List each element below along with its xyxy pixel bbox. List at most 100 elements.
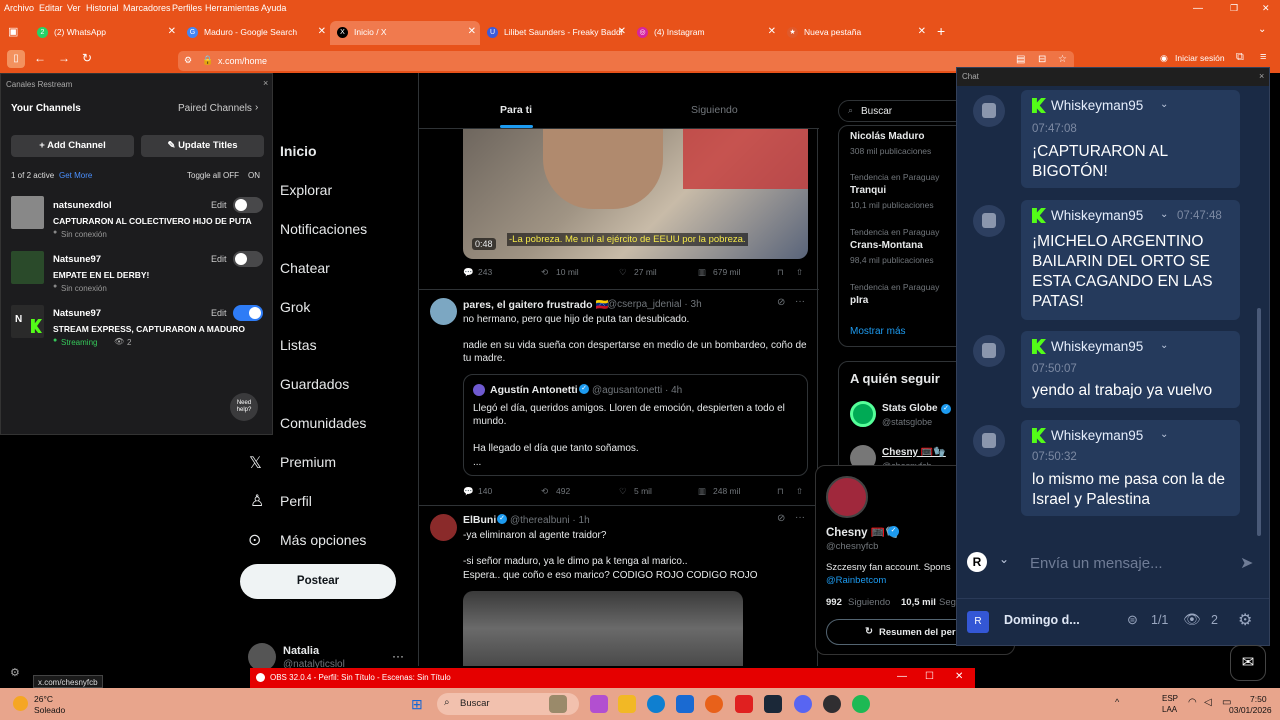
restream-logo-icon[interactable]: R xyxy=(967,552,987,572)
menu-perfiles[interactable]: Perfiles xyxy=(172,3,202,13)
quoted-tweet[interactable]: Agustín Antonetti ✓ @agusantonetti · 4h … xyxy=(463,374,808,476)
trend-name[interactable]: pIra xyxy=(850,295,868,306)
tab-instagram[interactable]: ◎ (4) Instagram ✕ xyxy=(630,21,780,45)
close-tab-icon[interactable]: ✕ xyxy=(918,26,926,37)
channel-toggle[interactable] xyxy=(233,197,263,213)
menu-icon[interactable]: ≡ xyxy=(1260,51,1266,63)
channel-toggle[interactable] xyxy=(233,251,263,267)
chat-username[interactable]: Whiskeyman95 xyxy=(1051,428,1143,443)
close-tab-icon[interactable]: ✕ xyxy=(168,26,176,37)
grok-icon[interactable]: ⊘ xyxy=(777,513,785,524)
tweet-elbuni[interactable]: ElBuni ✓ @therealbuni · 1h ⊘ ··· -ya eli… xyxy=(419,506,819,666)
obs-icon[interactable] xyxy=(823,695,841,713)
avatar[interactable] xyxy=(430,514,457,541)
bookmark-star-icon[interactable]: ☆ xyxy=(1058,54,1067,65)
pocket-icon[interactable]: ⊟ xyxy=(1038,54,1046,65)
address-bar[interactable]: ⚙ 🔒 x.com/home ▤ ⊟ ☆ xyxy=(178,51,1074,71)
restore-icon[interactable]: ❐ xyxy=(1230,3,1238,14)
weather-desc[interactable]: Soleado xyxy=(34,705,65,715)
reply-icon[interactable]: 💬 xyxy=(463,267,474,278)
menu-editar[interactable]: Editar xyxy=(39,3,63,13)
send-icon[interactable]: ➤ xyxy=(1240,553,1253,573)
like-icon[interactable]: ♡ xyxy=(619,486,627,497)
chat-input[interactable]: Envía un mensaje... xyxy=(1030,555,1163,572)
mail-app-icon[interactable] xyxy=(676,695,694,713)
tweet-media[interactable] xyxy=(463,591,743,666)
minimize-icon[interactable]: — xyxy=(897,671,907,682)
chevron-down-icon[interactable]: ⌄ xyxy=(1160,340,1168,351)
menu-herramientas[interactable]: Herramientas xyxy=(205,3,259,13)
nav-listas[interactable]: Listas xyxy=(280,337,317,353)
tab-para-ti[interactable]: Para ti xyxy=(500,104,532,116)
clock-date[interactable]: 03/01/2026 xyxy=(1229,705,1272,715)
video-player[interactable]: 0:48 -La pobreza. Me uní al ejército de … xyxy=(463,129,808,259)
edge-icon[interactable] xyxy=(647,695,665,713)
share-icon[interactable]: ⇧ xyxy=(796,486,803,497)
forward-icon[interactable]: → xyxy=(58,51,70,65)
chevron-up-icon[interactable]: ^ xyxy=(1115,697,1119,707)
reply-icon[interactable]: 💬 xyxy=(463,486,474,497)
menu-marcadores[interactable]: Marcadores xyxy=(123,3,171,13)
steam-icon[interactable] xyxy=(764,695,782,713)
tab-x[interactable]: X Inicio / X ✕ xyxy=(330,21,480,45)
show-more-link[interactable]: Mostrar más xyxy=(850,326,906,337)
chat-username[interactable]: Whiskeyman95 xyxy=(1051,208,1143,223)
nav-explorar[interactable]: Explorar xyxy=(280,182,332,198)
tweet-handle[interactable]: @therealbuni · 1h xyxy=(510,515,590,526)
event-title[interactable]: Domingo d... xyxy=(1004,613,1080,627)
edit-channel-button[interactable]: Edit xyxy=(211,200,227,210)
user-avatar[interactable] xyxy=(973,95,1005,127)
close-window-icon[interactable]: ✕ xyxy=(955,671,963,682)
edit-channel-button[interactable]: Edit xyxy=(211,254,227,264)
close-tab-icon[interactable]: ✕ xyxy=(768,26,776,37)
close-panel-icon[interactable]: × xyxy=(263,78,268,88)
spotify-icon[interactable] xyxy=(852,695,870,713)
settings-gear-icon[interactable]: ⚙ xyxy=(10,666,20,679)
user-avatar[interactable] xyxy=(973,205,1005,237)
views-icon[interactable]: ▥ xyxy=(698,267,706,278)
edit-channel-button[interactable]: Edit xyxy=(211,308,227,318)
avatar[interactable] xyxy=(826,476,868,518)
tab-google[interactable]: G Maduro - Google Search ✕ xyxy=(180,21,330,45)
close-chat-icon[interactable]: × xyxy=(1259,71,1264,81)
avatar[interactable] xyxy=(248,643,276,671)
nav-premium[interactable]: Premium xyxy=(280,454,336,470)
minimize-icon[interactable]: — xyxy=(1193,3,1203,14)
language-code[interactable]: ESP xyxy=(1162,694,1178,703)
windows-start-icon[interactable]: ⊞ xyxy=(411,696,423,713)
youtube-icon[interactable] xyxy=(735,695,753,713)
maximize-icon[interactable]: ☐ xyxy=(925,671,934,682)
close-window-icon[interactable]: ✕ xyxy=(1262,3,1270,14)
user-avatar[interactable] xyxy=(973,335,1005,367)
tweet-handle[interactable]: @cserpa_jdenial · 3h xyxy=(607,299,702,310)
tweet-pares[interactable]: pares, el gaitero frustrado 🇻🇪 @cserpa_j… xyxy=(419,290,819,506)
sidebar-toggle-icon[interactable]: ▯ xyxy=(7,50,25,68)
nav-comunidades[interactable]: Comunidades xyxy=(280,415,366,431)
signin-button[interactable]: Iniciar sesión xyxy=(1175,53,1225,63)
settings-gear-icon[interactable]: ⚙ xyxy=(1238,610,1252,630)
more-icon[interactable]: ··· xyxy=(795,296,805,307)
chevron-down-icon[interactable]: ⌄ xyxy=(1160,209,1168,220)
nav-inicio[interactable]: Inicio xyxy=(280,143,317,159)
weather-temp[interactable]: 26°C xyxy=(34,694,53,704)
avatar[interactable] xyxy=(850,401,876,427)
followers-count[interactable]: 10,5 mil xyxy=(901,597,936,608)
share-icon[interactable]: ⇧ xyxy=(796,267,803,278)
nav-perfil[interactable]: Perfil xyxy=(280,493,312,509)
add-channel-button[interactable]: + Add Channel xyxy=(11,135,134,157)
channel-toggle[interactable] xyxy=(233,305,263,321)
volume-icon[interactable]: ◁ xyxy=(1204,697,1212,708)
like-icon[interactable]: ♡ xyxy=(619,267,627,278)
tab-siguiendo[interactable]: Siguiendo xyxy=(691,104,738,116)
get-more-link[interactable]: Get More xyxy=(59,171,92,180)
chat-scrollbar[interactable] xyxy=(1257,308,1261,536)
views-icon[interactable]: ▥ xyxy=(698,486,706,497)
tab-overflow-icon[interactable]: ⌄ xyxy=(1258,24,1266,35)
nav-mas-opciones[interactable]: Más opciones xyxy=(280,532,366,548)
back-icon[interactable]: ← xyxy=(34,51,46,65)
taskbar-app-icon[interactable] xyxy=(549,695,567,713)
avatar[interactable] xyxy=(430,298,457,325)
toggle-all-off-button[interactable]: Toggle all OFF xyxy=(187,171,239,180)
site-info-icon[interactable]: ⚙ xyxy=(184,55,192,66)
menu-historial[interactable]: Historial xyxy=(86,3,119,13)
